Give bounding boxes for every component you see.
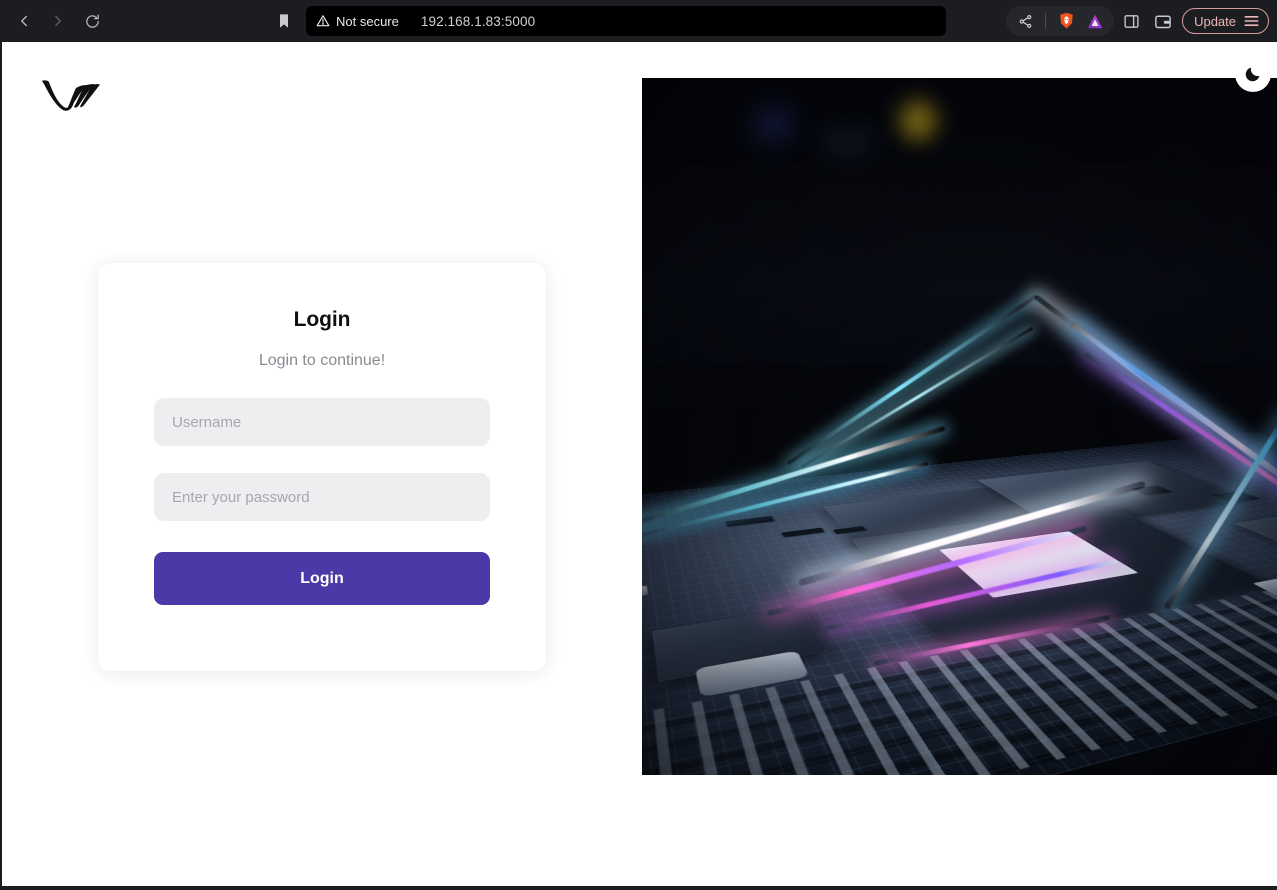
login-subtitle: Login to continue! (258, 352, 386, 369)
hamburger-menu-icon[interactable] (1244, 15, 1259, 27)
brave-rewards-triangle-icon (1087, 14, 1103, 28)
brand-logo[interactable] (40, 76, 102, 116)
brave-lion-shield-icon (1059, 12, 1073, 29)
sidebar-panel-icon (1124, 14, 1139, 28)
moon-icon (1245, 67, 1260, 82)
dark-mode-toggle[interactable] (1235, 56, 1271, 92)
password-input[interactable] (154, 473, 490, 521)
back-button[interactable] (8, 5, 40, 37)
wing-swoosh-logo-icon (42, 80, 100, 111)
chevron-right-icon (55, 15, 61, 27)
forward-button[interactable] (42, 5, 74, 37)
bookmark-icon (280, 14, 288, 28)
page-content: Login Login to continue! Login (0, 42, 1277, 886)
hero-circuit-board-image (642, 78, 1277, 775)
toolbar-divider (1045, 13, 1047, 29)
chevron-left-icon (21, 15, 27, 27)
share-button[interactable] (1012, 8, 1038, 34)
url-text[interactable]: 192.168.1.83:5000 (421, 14, 535, 29)
page-title: Login (293, 308, 351, 331)
update-button[interactable]: Update (1182, 8, 1269, 34)
security-indicator[interactable]: Not secure (316, 14, 399, 29)
pcb-scene (642, 78, 1277, 775)
url-bar[interactable]: Not secure 192.168.1.83:5000 (306, 6, 946, 36)
scene-vignette (642, 78, 1277, 775)
share-icon (1019, 14, 1031, 28)
browser-toolbar: Not secure 192.168.1.83:5000 Update (0, 0, 1277, 42)
extension-group (1006, 6, 1115, 36)
wallet-icon (1155, 15, 1171, 28)
login-card: Login Login to continue! Login (98, 263, 546, 671)
warning-triangle-icon (316, 15, 330, 27)
browser-right-icons: Update (1118, 8, 1277, 34)
bookmark-button[interactable] (268, 5, 300, 37)
navigation-buttons (0, 5, 108, 37)
brave-shields-button[interactable] (1053, 8, 1079, 34)
username-input[interactable] (154, 398, 490, 446)
sidebar-toggle-button[interactable] (1118, 8, 1144, 34)
window-bottom-bar (0, 886, 1277, 890)
wallet-button[interactable] (1150, 8, 1176, 34)
reload-button[interactable] (76, 5, 108, 37)
brave-rewards-button[interactable] (1082, 8, 1108, 34)
security-label: Not secure (336, 13, 399, 29)
reload-icon (85, 13, 99, 28)
login-submit-button[interactable]: Login (154, 552, 490, 605)
update-label: Update (1194, 13, 1236, 29)
